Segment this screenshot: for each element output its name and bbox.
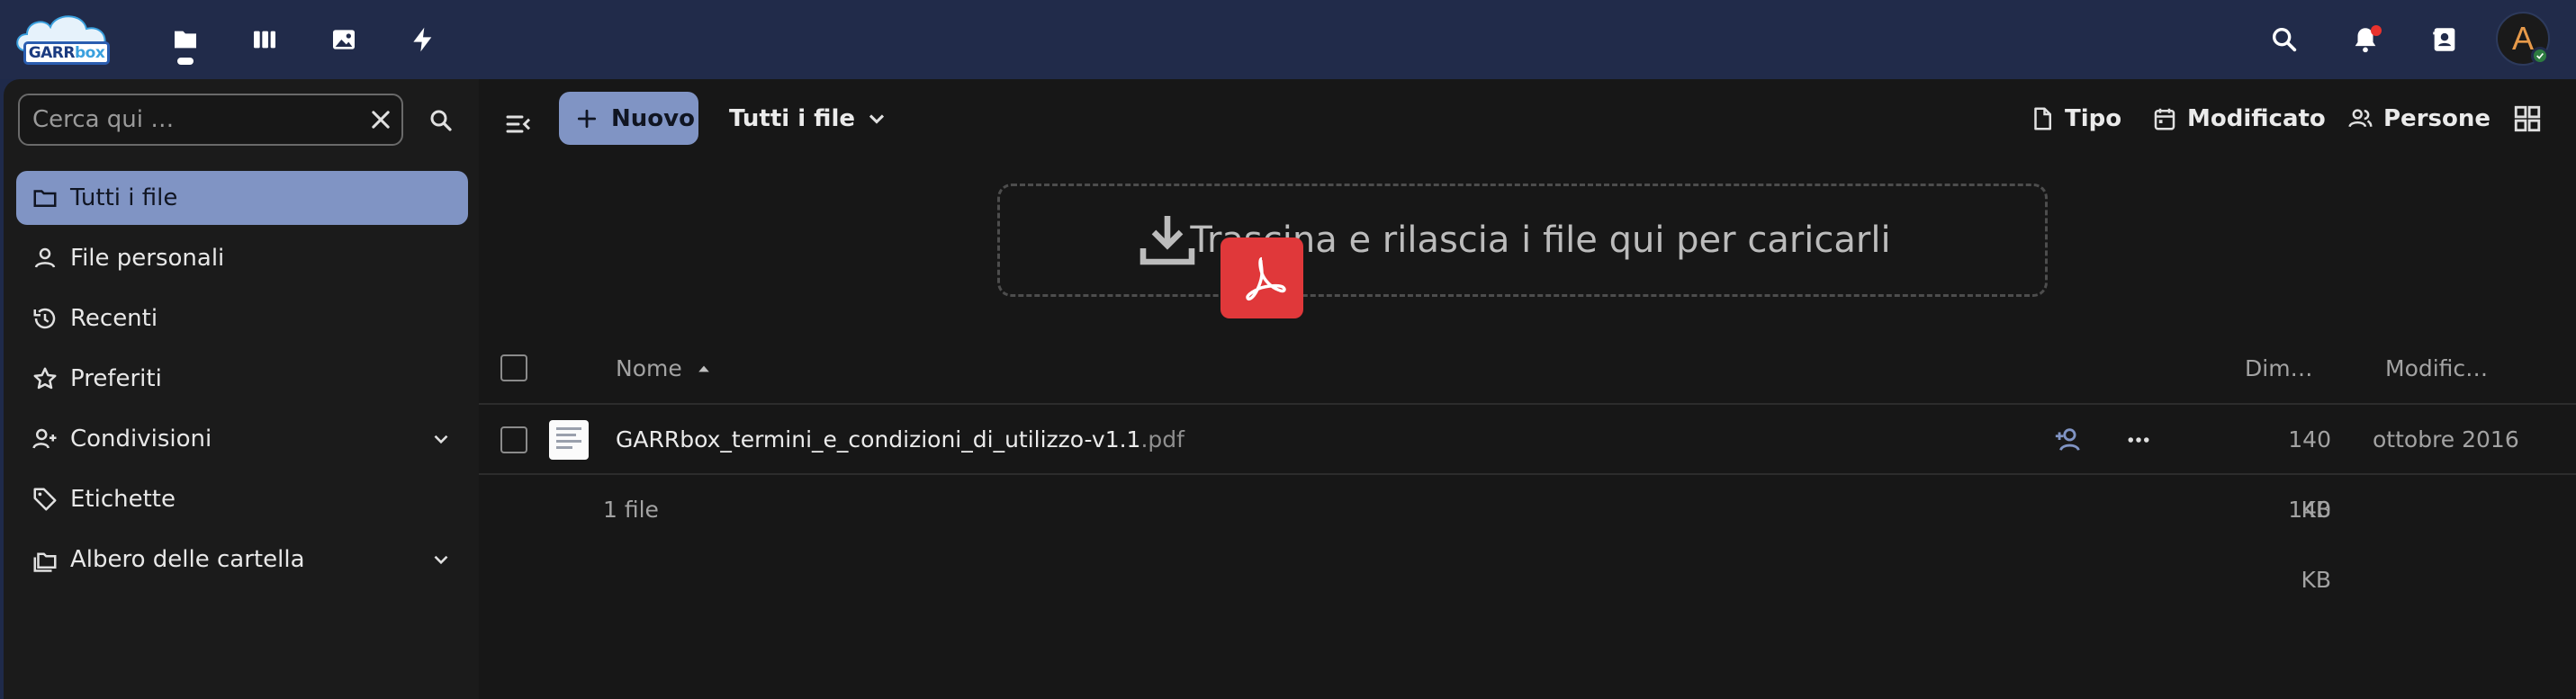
table-row[interactable]: GARRbox_termini_e_condizioni_di_utilizzo…: [479, 405, 2576, 523]
chevron-down-icon[interactable]: [427, 545, 455, 574]
file-basename: GARRbox_termini_e_condizioni_di_utilizzo…: [616, 426, 1141, 453]
file-count: 1 file: [603, 497, 659, 523]
new-button[interactable]: Nuovo: [559, 92, 698, 145]
sidebar-item-favorites[interactable]: Preferiti: [16, 352, 468, 406]
sidebar-search-icon[interactable]: [419, 99, 463, 142]
top-header: GARRbox A: [0, 0, 2576, 79]
sidebar-item-all-files[interactable]: Tutti i file: [16, 171, 468, 225]
column-header-name[interactable]: Nome: [616, 333, 713, 405]
chevron-down-icon[interactable]: [427, 425, 455, 453]
file-modified: ottobre 2016: [2373, 426, 2519, 453]
chevron-down-icon: [869, 113, 885, 124]
new-button-label: Nuovo: [611, 104, 695, 132]
toggle-sidebar-icon[interactable]: [497, 103, 540, 146]
filter-type-label: Tipo: [2065, 104, 2122, 132]
header-search-icon[interactable]: [2263, 18, 2306, 61]
status-online-icon: [2531, 47, 2549, 65]
garrbox-logo[interactable]: GARRbox: [13, 7, 113, 70]
sidebar-item-label: Albero delle cartella: [70, 546, 305, 573]
sort-ascending-icon: [698, 365, 709, 372]
contacts-icon[interactable]: [2423, 18, 2466, 61]
grid-view-icon[interactable]: [2509, 101, 2545, 137]
filter-people-label: Persone: [2383, 104, 2490, 132]
sidebar-item-recent[interactable]: Recenti: [16, 291, 468, 345]
sidebar-item-label: Etichette: [70, 486, 176, 513]
people-icon: [2348, 108, 2373, 127]
person-icon: [31, 244, 59, 273]
filter-people-button[interactable]: Persone: [2347, 92, 2490, 145]
sidebar-item-label: Preferiti: [70, 365, 162, 392]
folder-icon: [31, 184, 59, 212]
sidebar-search-box: [18, 94, 403, 146]
activity-app-icon[interactable]: [245, 20, 284, 59]
tag-icon: [31, 485, 59, 514]
row-checkbox[interactable]: [500, 426, 527, 453]
pdf-thumbnail-icon: [549, 420, 589, 460]
share-icon[interactable]: [2049, 420, 2088, 460]
select-all-checkbox[interactable]: [500, 354, 527, 381]
sidebar-item-label: Tutti i file: [70, 184, 178, 211]
notifications-icon[interactable]: [2344, 18, 2387, 61]
files-main-area: Nuovo Tutti i file Tipo Modificato Perso…: [479, 79, 2576, 699]
calendar-icon: [2154, 108, 2175, 130]
column-header-size[interactable]: Dim…: [2245, 333, 2313, 405]
file-name[interactable]: GARRbox_termini_e_condizioni_di_utilizzo…: [616, 405, 1184, 475]
sidebar-item-shares[interactable]: Condivisioni: [16, 412, 468, 466]
total-size: 140 KB: [2288, 497, 2331, 593]
files-app-icon[interactable]: [166, 20, 205, 59]
more-actions-icon[interactable]: [2119, 420, 2158, 460]
share-icon: [31, 425, 59, 453]
navigation-sidebar: Tutti i file File personali Recenti Pref…: [4, 79, 479, 699]
sidebar-item-label: Recenti: [70, 305, 158, 332]
table-header-row: Nome Dim… Modific…: [479, 333, 2576, 405]
sidebar-item-label: Condivisioni: [70, 426, 212, 453]
star-icon: [31, 364, 59, 393]
logo-wordmark: GARRbox: [23, 41, 110, 65]
breadcrumb[interactable]: Tutti i file: [729, 92, 889, 145]
column-name-label: Nome: [616, 355, 682, 381]
file-size: 140 KB: [2288, 426, 2331, 523]
filter-modified-button[interactable]: Modificato: [2151, 92, 2326, 145]
dragged-pdf-icon: [1220, 237, 1303, 318]
filter-modified-label: Modificato: [2187, 104, 2326, 132]
file-extension: .pdf: [1140, 426, 1184, 453]
active-app-indicator: [177, 58, 194, 65]
column-header-modified[interactable]: Modific…: [2385, 333, 2488, 405]
sidebar-search-input[interactable]: [20, 95, 353, 144]
table-summary-row: 1 file 140 KB: [479, 475, 2576, 593]
sidebar-item-label: File personali: [70, 245, 225, 272]
sidebar-item-personal-files[interactable]: File personali: [16, 231, 468, 285]
download-icon: [1139, 216, 1195, 265]
sidebar-item-folder-tree[interactable]: Albero delle cartella: [16, 533, 468, 587]
flash-app-icon[interactable]: [403, 20, 443, 59]
upload-dropzone[interactable]: Trascina e rilascia i file qui per caric…: [997, 184, 2048, 297]
clear-search-icon[interactable]: [364, 103, 398, 137]
history-icon: [31, 304, 59, 333]
filter-type-button[interactable]: Tipo: [2029, 92, 2121, 145]
breadcrumb-current: Tutti i file: [729, 104, 855, 132]
file-type-icon: [2034, 107, 2051, 130]
notification-badge: [2371, 25, 2382, 36]
sidebar-item-tags[interactable]: Etichette: [16, 472, 468, 526]
photos-app-icon[interactable]: [324, 20, 364, 59]
plus-icon: [577, 109, 597, 128]
folder-tree-icon: [31, 545, 59, 574]
